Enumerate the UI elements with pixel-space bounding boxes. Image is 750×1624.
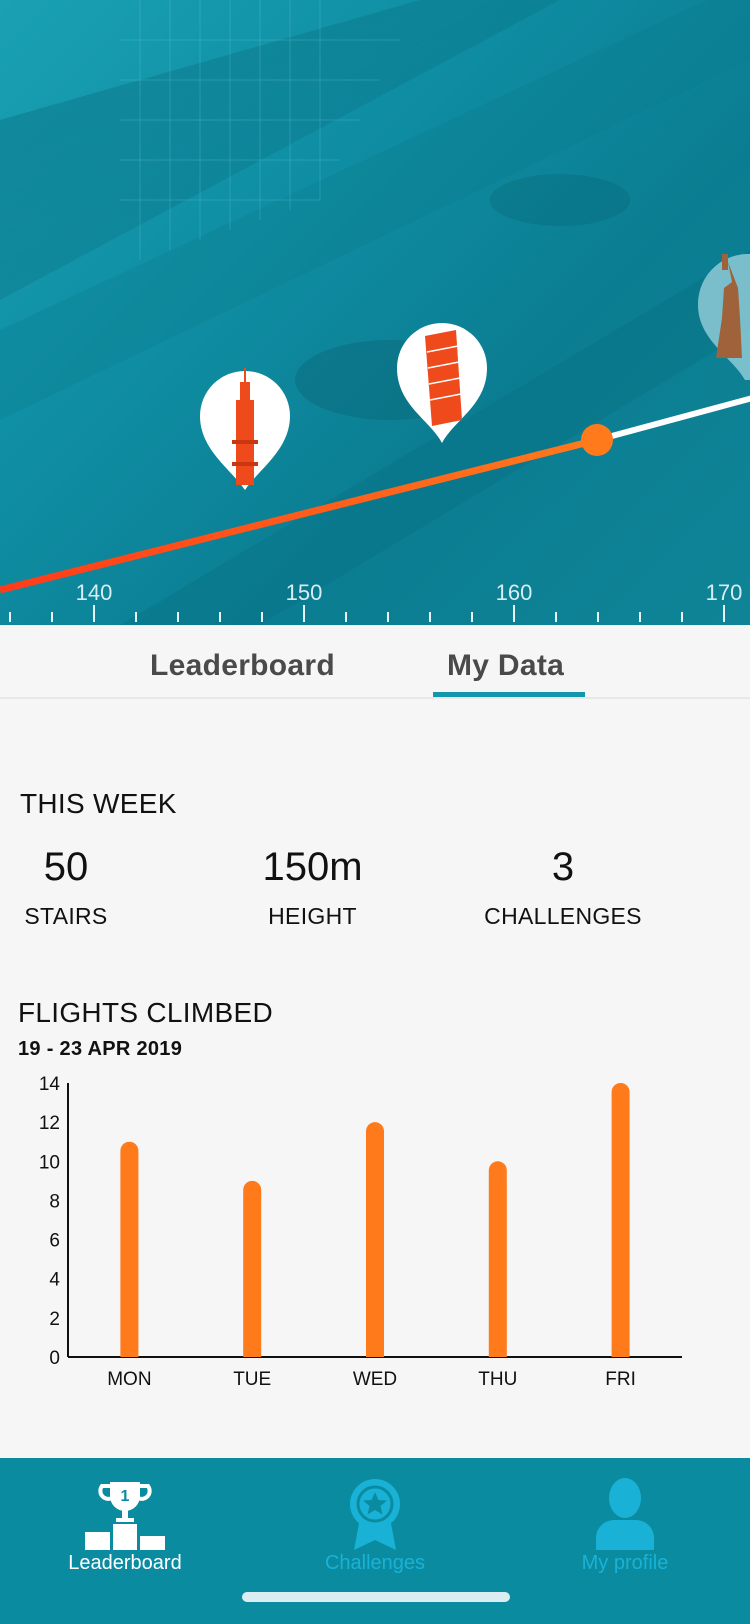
- bar-tue[interactable]: [243, 1180, 262, 1357]
- award-ribbon-icon: [250, 1478, 500, 1558]
- home-indicator[interactable]: [242, 1592, 510, 1602]
- y-tick-label: 10: [39, 1152, 60, 1173]
- nav-item-challenges[interactable]: Challenges: [250, 1458, 500, 1598]
- stat-stairs: 50 STAIRS: [16, 845, 116, 930]
- x-tick-label: WED: [353, 1369, 397, 1390]
- stat-challenges: 3 CHALLENGES: [478, 845, 648, 930]
- flights-bar-chart: 0 2 4 6 8 10 12 14 MON TUE WED THU FRI: [39, 1074, 682, 1390]
- scale-tick-label: 140: [76, 580, 113, 605]
- bar-base-wed: [366, 1348, 384, 1357]
- x-tick-label: TUE: [233, 1369, 271, 1390]
- y-tick-label: 4: [49, 1270, 60, 1291]
- active-tab-indicator: [433, 692, 585, 697]
- background-stairs: [0, 0, 750, 625]
- y-tick-label: 14: [39, 1074, 61, 1095]
- x-tick-label: MON: [107, 1369, 151, 1390]
- flights-date-range: 19 - 23 APR 2019: [18, 1038, 183, 1060]
- y-tick-label: 6: [49, 1231, 60, 1252]
- hero-progress-banner: 140 150 160 170: [0, 0, 750, 625]
- y-tick-label: 0: [49, 1348, 60, 1369]
- bar-base-tue: [243, 1348, 262, 1357]
- nav-item-leaderboard[interactable]: 1 Leaderboard: [0, 1458, 250, 1598]
- stat-height-value: 150m: [262, 845, 363, 889]
- scale-tick-label: 150: [286, 580, 323, 605]
- person-icon: [500, 1478, 750, 1558]
- scale-tick-label: 160: [496, 580, 533, 605]
- stat-stairs-label: STAIRS: [24, 903, 108, 929]
- bar-base-thu: [488, 1348, 507, 1357]
- hero-illustration: 140 150 160 170: [0, 0, 750, 625]
- nav-label-leaderboard: Leaderboard: [68, 1552, 182, 1574]
- stat-stairs-value: 50: [43, 845, 89, 889]
- x-tick-label: FRI: [605, 1369, 636, 1390]
- svg-text:1: 1: [121, 1488, 130, 1505]
- tower-icon[interactable]: [200, 368, 290, 490]
- y-tick-label: 2: [49, 1309, 60, 1330]
- bar-wed[interactable]: [366, 1122, 384, 1357]
- bar-base-mon: [120, 1348, 139, 1357]
- stat-height-label: HEIGHT: [268, 903, 357, 929]
- this-week-heading: THIS WEEK: [20, 788, 177, 819]
- bar-mon[interactable]: [120, 1141, 139, 1357]
- nav-label-challenges: Challenges: [324, 1552, 426, 1574]
- x-tick-label: THU: [478, 1369, 517, 1390]
- tab-my-data[interactable]: My Data: [447, 649, 564, 683]
- segmented-tabs: Leaderboard My Data: [0, 625, 750, 699]
- height-scale-ruler: 140 150 160 170: [9, 580, 743, 622]
- bar-base-fri: [611, 1348, 630, 1357]
- y-tick-label: 8: [49, 1191, 60, 1212]
- statue-of-liberty-icon[interactable]: [697, 254, 750, 380]
- tab-leaderboard[interactable]: Leaderboard: [150, 649, 335, 683]
- trophy-podium-icon: 1: [0, 1478, 250, 1558]
- stat-challenges-value: 3: [551, 845, 575, 889]
- bar-thu[interactable]: [488, 1161, 507, 1357]
- nav-item-my-profile[interactable]: My profile: [500, 1458, 750, 1598]
- y-tick-label: 12: [39, 1113, 60, 1134]
- progress-marker[interactable]: [581, 424, 613, 456]
- stat-challenges-label: CHALLENGES: [484, 903, 642, 929]
- flights-climbed-heading: FLIGHTS CLIMBED: [18, 997, 273, 1028]
- bar-fri[interactable]: [611, 1083, 630, 1357]
- nav-label-my-profile: My profile: [581, 1552, 669, 1574]
- scale-tick-label: 170: [706, 580, 743, 605]
- stat-height: 150m HEIGHT: [240, 845, 385, 930]
